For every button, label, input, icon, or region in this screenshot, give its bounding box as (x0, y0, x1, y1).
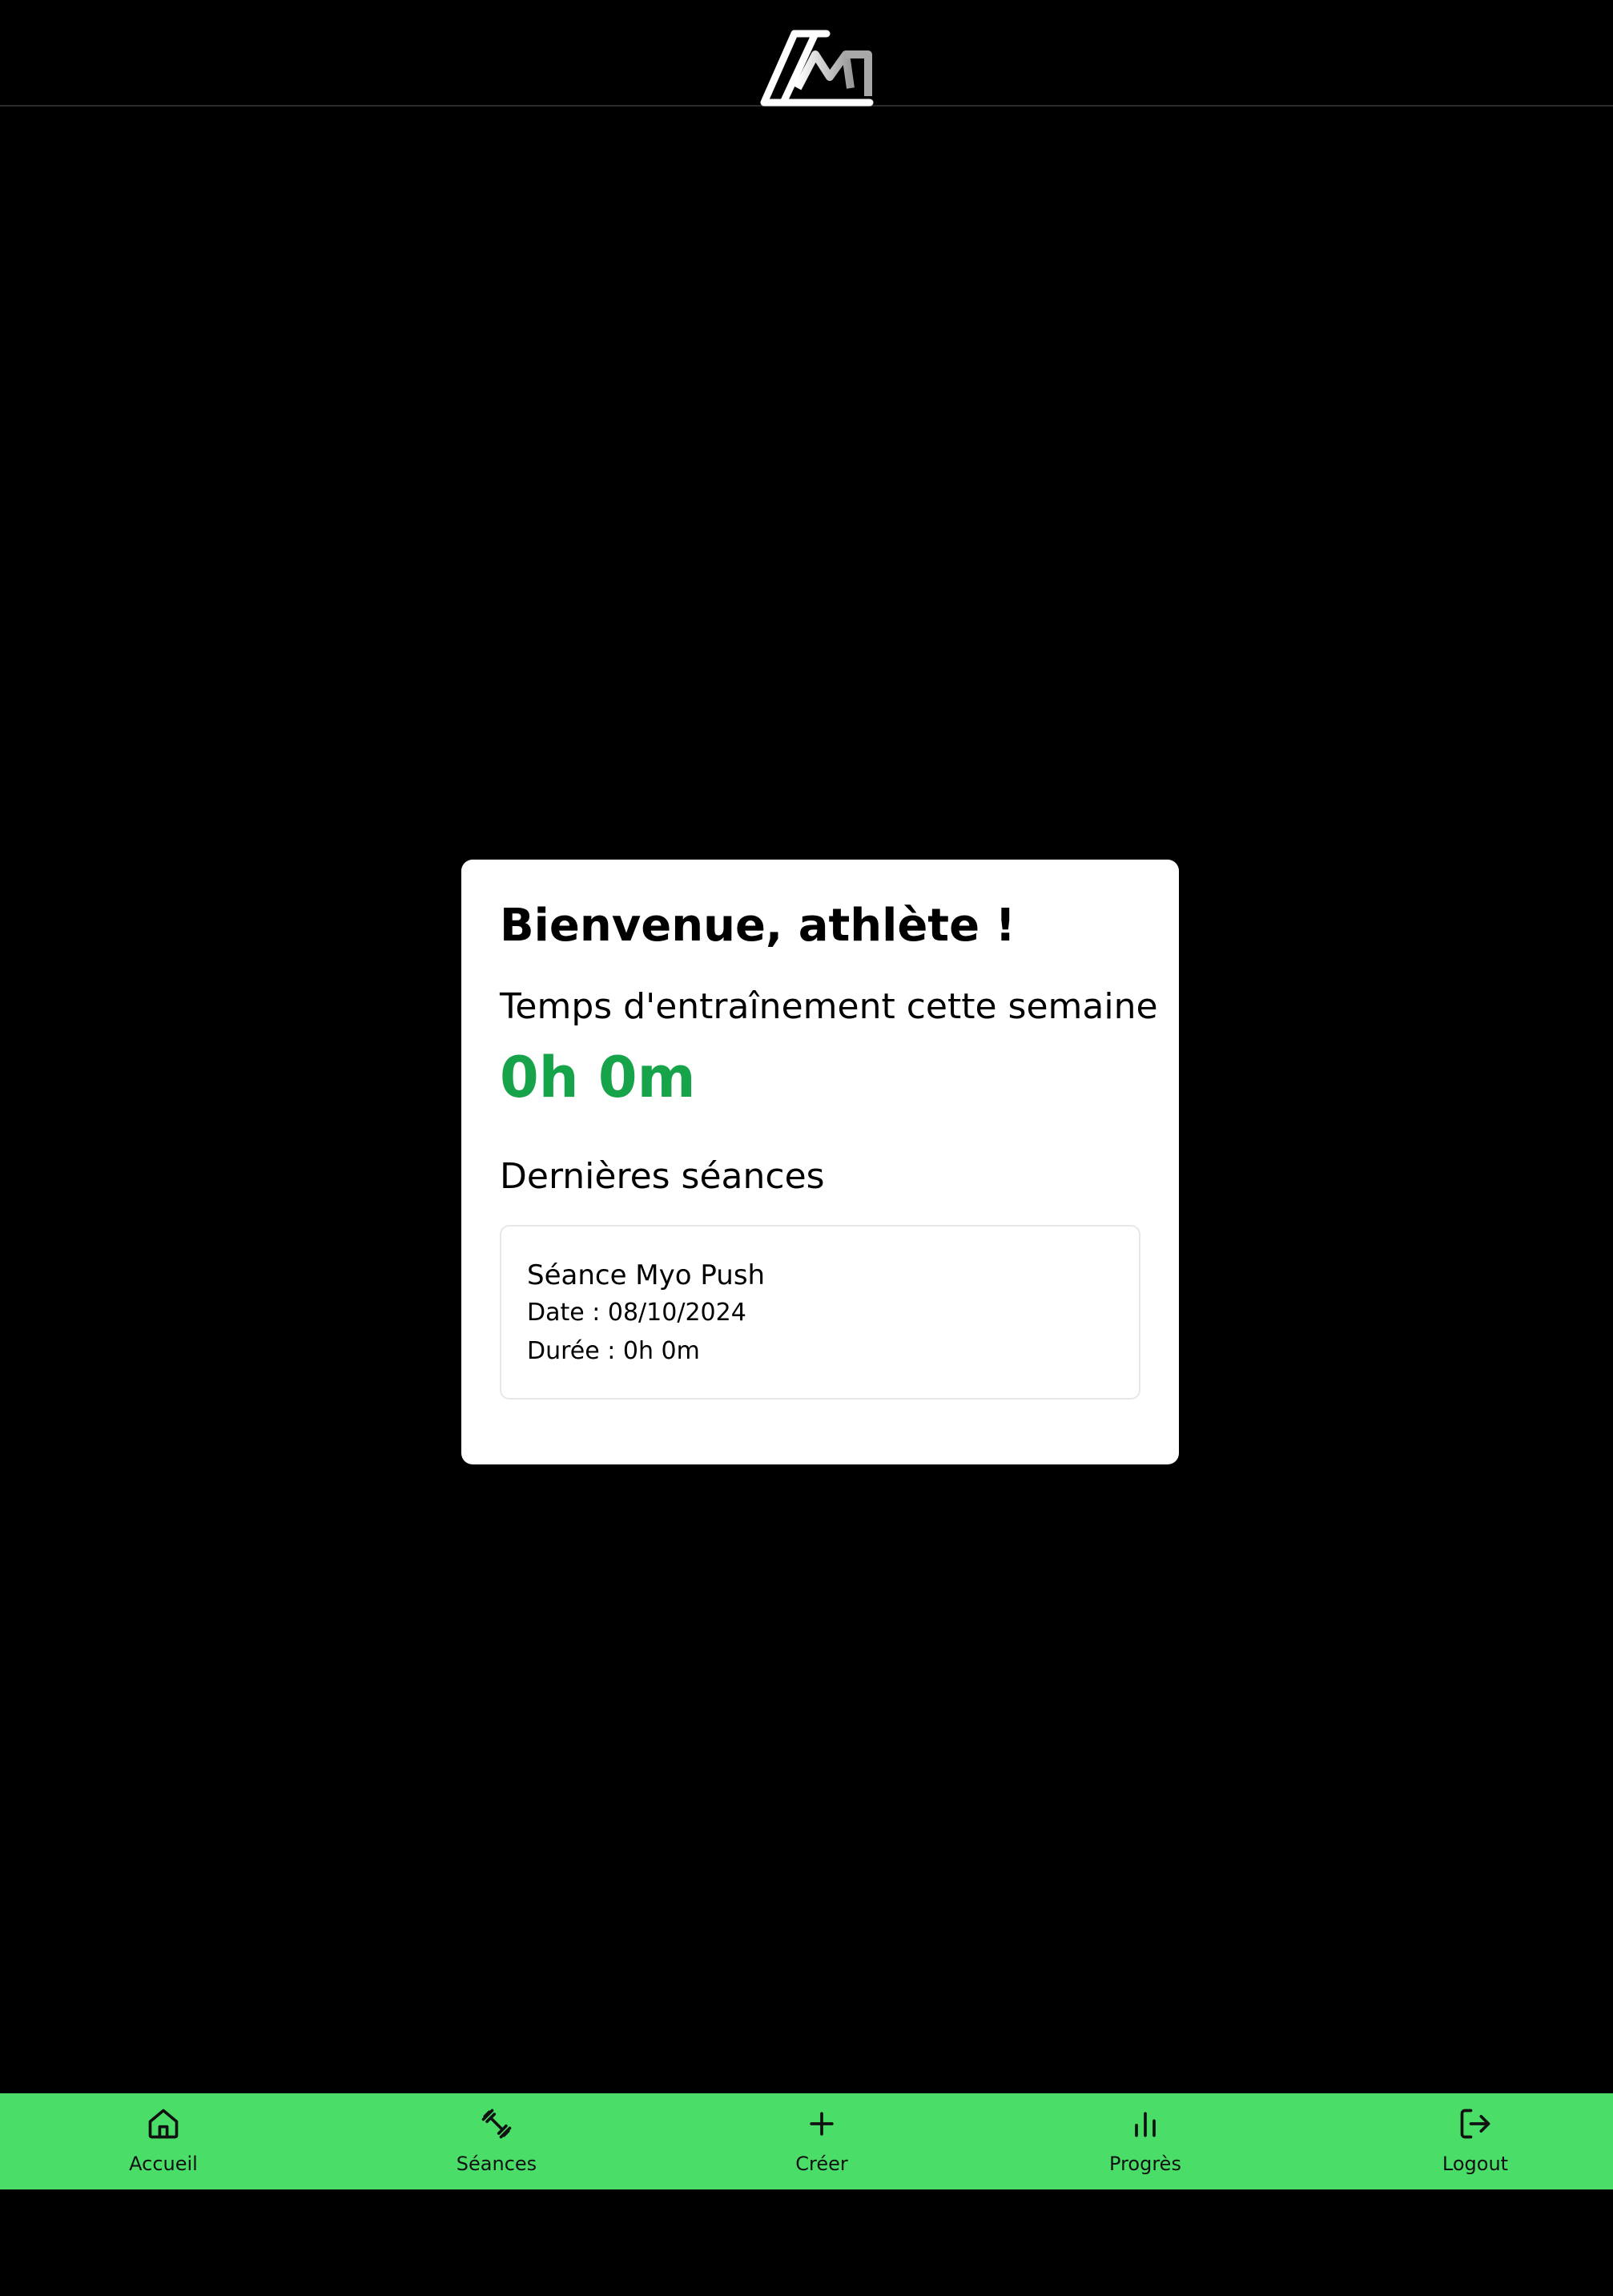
recent-sessions-title: Dernières séances (500, 1156, 825, 1197)
session-duration: Durée : 0h 0m (527, 1337, 700, 1365)
bottom-nav: Accueil Séances Créer Progrès Logout (0, 2093, 1613, 2189)
top-bar (0, 0, 1613, 107)
brand-logo[interactable] (759, 29, 878, 109)
nav-item-creer[interactable]: Créer (742, 2093, 902, 2189)
session-card[interactable]: Séance Myo Push Date : 08/10/2024 Durée … (500, 1225, 1140, 1400)
nav-item-seances[interactable]: Séances (416, 2093, 577, 2189)
dumbbell-icon (481, 2109, 512, 2139)
nav-label-logout: Logout (1442, 2153, 1509, 2175)
nav-item-accueil[interactable]: Accueil (83, 2093, 243, 2189)
nav-item-logout[interactable]: Logout (1395, 2093, 1555, 2189)
logout-icon (1460, 2109, 1490, 2139)
bar-chart-icon (1135, 2112, 1156, 2137)
welcome-title: Bienvenue, athlète ! (500, 900, 1016, 952)
nav-label-seances: Séances (456, 2153, 537, 2175)
session-date: Date : 08/10/2024 (527, 1299, 746, 1327)
nav-label-progres: Progrès (1109, 2153, 1181, 2175)
nav-label-creer: Créer (795, 2153, 848, 2175)
home-icon (148, 2109, 179, 2139)
nav-label-accueil: Accueil (129, 2153, 198, 2175)
dashboard-card: Bienvenue, athlète ! Temps d'entraînemen… (461, 860, 1179, 1464)
plus-icon (810, 2112, 834, 2136)
weekly-training-value: 0h 0m (500, 1045, 696, 1110)
weekly-training-label: Temps d'entraînement cette semaine (500, 986, 1158, 1027)
nav-item-progres[interactable]: Progrès (1065, 2093, 1225, 2189)
session-name: Séance Myo Push (527, 1259, 766, 1291)
